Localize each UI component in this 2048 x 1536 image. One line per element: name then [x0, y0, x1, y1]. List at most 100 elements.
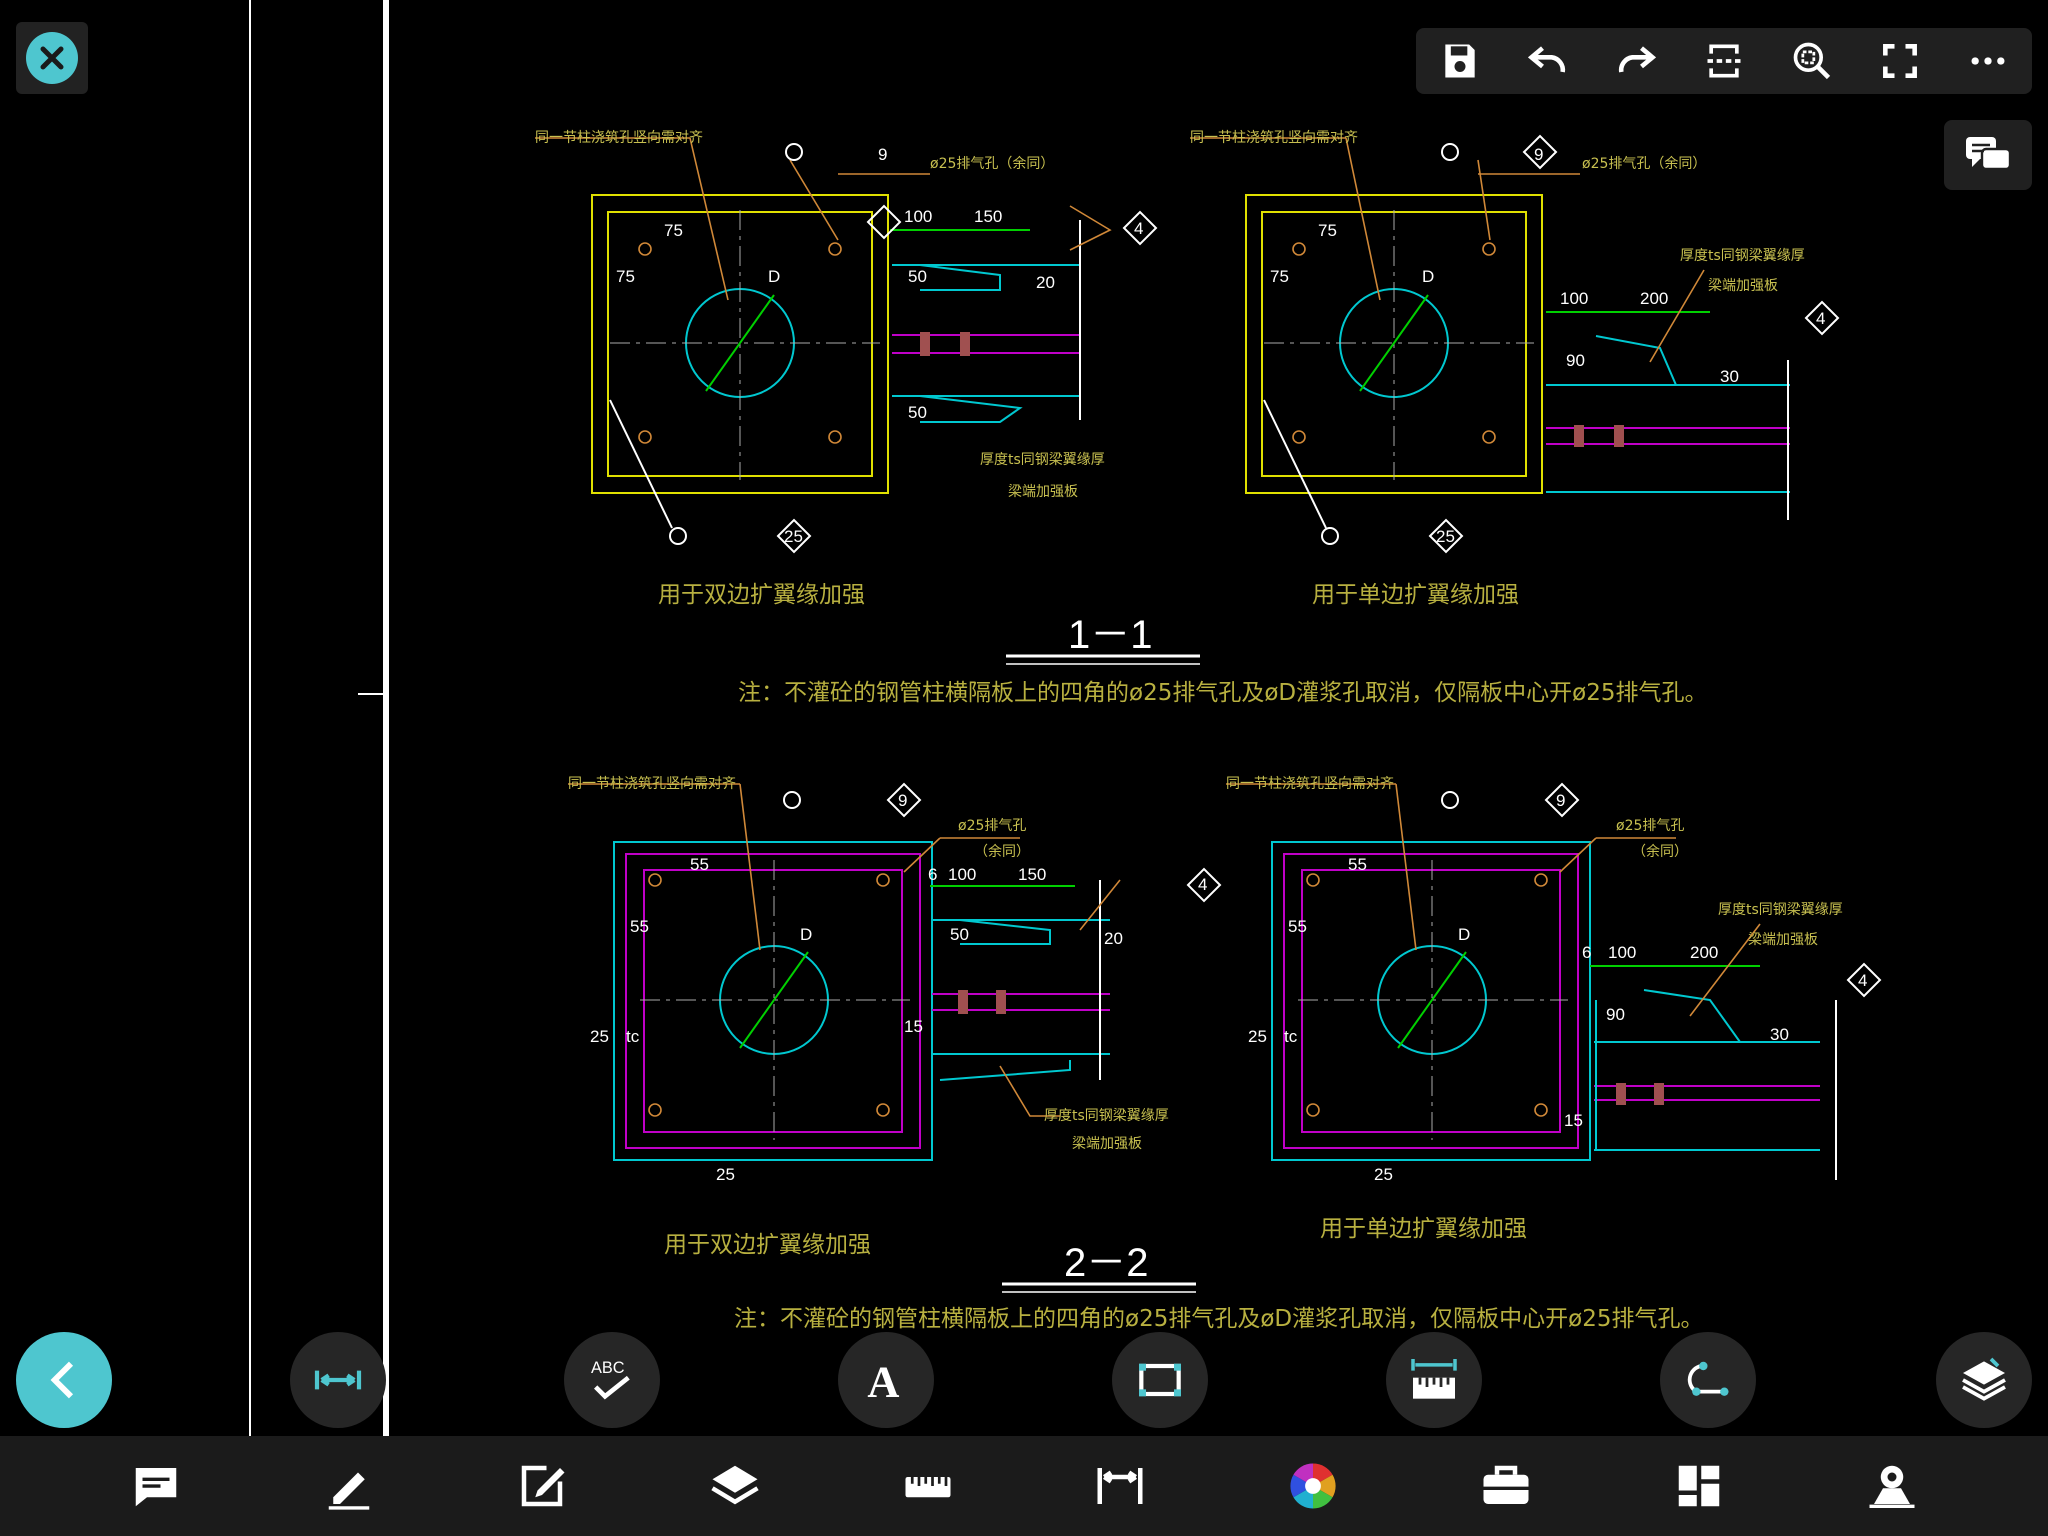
lower-right-title-note: 同一节柱浇筑孔竖向需对齐	[1226, 776, 1394, 792]
more-button[interactable]	[1958, 31, 2018, 91]
tag-text: 25	[784, 527, 803, 546]
dim-text: 100	[948, 865, 976, 884]
text-icon: A	[867, 1356, 899, 1406]
tab-layers[interactable]	[695, 1446, 775, 1526]
fullscreen-button[interactable]	[1870, 31, 1930, 91]
caption-double-2: 用于双边扩翼缘加强	[664, 1232, 871, 1258]
lower-right-vent-note1: ø25排气孔	[1616, 818, 1684, 834]
dim-text: 6	[1582, 943, 1591, 962]
redo-icon	[1618, 46, 1657, 73]
tag-text: 9	[1534, 145, 1543, 164]
dim-text: 25	[716, 1165, 735, 1184]
dim-text: 20	[1104, 929, 1123, 948]
text-button[interactable]: A	[838, 1332, 934, 1428]
dim-text: 75	[664, 221, 683, 240]
caption-single-1: 用于单边扩翼缘加强	[1312, 582, 1519, 608]
note-1: 注：不灌砼的钢管柱横隔板上的四角的ø25排气孔及øD灌浆孔取消，仅隔板中心开ø2…	[738, 680, 1707, 706]
upper-left-vent-note: ø25排气孔（余同）	[930, 155, 1054, 172]
spell-check-button[interactable]: ABC	[564, 1332, 660, 1428]
dim-text: D	[768, 267, 780, 286]
tab-color[interactable]	[1273, 1446, 1353, 1526]
dim-text: 90	[1566, 351, 1585, 370]
redo-button[interactable]	[1606, 31, 1666, 91]
comments-button[interactable]	[1944, 120, 2032, 190]
pen-icon	[328, 1472, 370, 1510]
dim-text: 200	[1640, 289, 1668, 308]
lower-left-title-note: 同一节柱浇筑孔竖向需对齐	[568, 776, 736, 792]
edit-icon	[521, 1465, 565, 1507]
dim-text: 15	[1564, 1111, 1583, 1130]
tag-text: 25	[1436, 527, 1455, 546]
section-label-1: 1－1	[1068, 613, 1153, 657]
tab-dimension[interactable]	[1080, 1446, 1160, 1526]
tab-comment[interactable]	[116, 1446, 196, 1526]
dim-text: 150	[974, 207, 1002, 226]
tag-text: 9	[1556, 791, 1565, 810]
dim-text: 55	[1348, 855, 1367, 874]
undo-button[interactable]	[1518, 31, 1578, 91]
tag-text: 4	[1134, 219, 1143, 238]
dim-text: D	[1422, 267, 1434, 286]
layers-3d-button[interactable]	[1936, 1332, 2032, 1428]
tab-grid[interactable]	[1659, 1446, 1739, 1526]
lower-left-vent-note1: ø25排气孔	[958, 818, 1026, 834]
lower-right-plate-note1: 厚度ts同钢梁翼缘厚	[1718, 902, 1843, 918]
close-button[interactable]	[16, 22, 88, 94]
dim-text: 30	[1770, 1025, 1789, 1044]
dim-text: 55	[690, 855, 709, 874]
back-button[interactable]	[16, 1332, 112, 1428]
detail-lower-left	[568, 782, 1222, 1161]
caption-single-2: 用于单边扩翼缘加强	[1320, 1216, 1527, 1242]
upper-left-plate-note2: 梁端加强板	[1008, 484, 1078, 500]
tab-toolbox[interactable]	[1466, 1446, 1546, 1526]
ruler-tool-button[interactable]	[1386, 1332, 1482, 1428]
dim-text: 25	[590, 1027, 609, 1046]
dim-text: 75	[616, 267, 635, 286]
tag-text: 4	[1198, 875, 1207, 894]
dim-text: 15	[904, 1017, 923, 1036]
dim-text: 75	[1318, 221, 1337, 240]
rectangle-button[interactable]	[1112, 1332, 1208, 1428]
polyline-icon	[1687, 1361, 1729, 1396]
tab-pen[interactable]	[309, 1446, 389, 1526]
svg-text:A: A	[867, 1356, 899, 1406]
dim-text: D	[1458, 925, 1470, 944]
tag-text: 9	[898, 791, 907, 810]
upper-right-vent-note: ø25排气孔（余同）	[1582, 155, 1706, 172]
dim-text: 25	[1374, 1165, 1393, 1184]
dim-text: 55	[1288, 917, 1307, 936]
tab-ruler[interactable]	[888, 1446, 968, 1526]
undo-icon	[1527, 46, 1566, 73]
dim-text: tc	[626, 1027, 640, 1046]
dim-text: 100	[1560, 289, 1588, 308]
fullscreen-icon	[1883, 44, 1917, 78]
comment-icon	[136, 1468, 177, 1507]
ruler-icon	[1411, 1359, 1457, 1399]
top-toolbar	[1416, 28, 2032, 94]
detail-upper-right	[1190, 134, 1840, 554]
save-icon	[1445, 44, 1475, 78]
lower-right-plate-note2: 梁端加强板	[1748, 932, 1818, 948]
upper-right-title-note: 同一节柱浇筑孔竖向需对齐	[1190, 130, 1358, 146]
save-button[interactable]	[1430, 31, 1490, 91]
measure-length-button[interactable]	[290, 1332, 386, 1428]
tab-edit[interactable]	[502, 1446, 582, 1526]
dim-text: 100	[1608, 943, 1636, 962]
polyline-button[interactable]	[1660, 1332, 1756, 1428]
zoom-extent-button[interactable]	[1782, 31, 1842, 91]
dim-text: 50	[908, 403, 927, 422]
dim-text: D	[800, 925, 812, 944]
cad-drawing-canvas[interactable]: .y { stroke:#e0e000; fill:none; stroke-w…	[0, 0, 2048, 1436]
section-button[interactable]	[1694, 31, 1754, 91]
dim-text: tc	[1284, 1027, 1298, 1046]
dim-text: 75	[1270, 267, 1289, 286]
section-icon	[1707, 44, 1741, 78]
ruler-icon	[905, 1477, 951, 1498]
tab-vr[interactable]	[1852, 1446, 1932, 1526]
upper-left-plate-note1: 厚度ts同钢梁翼缘厚	[980, 452, 1105, 468]
chevron-left-icon	[50, 1361, 74, 1399]
dim-text: 20	[1036, 273, 1055, 292]
upper-right-plate-note2: 梁端加强板	[1708, 278, 1778, 294]
more-icon	[1971, 57, 2005, 65]
upper-right-plate-note1: 厚度ts同钢梁翼缘厚	[1680, 248, 1805, 264]
